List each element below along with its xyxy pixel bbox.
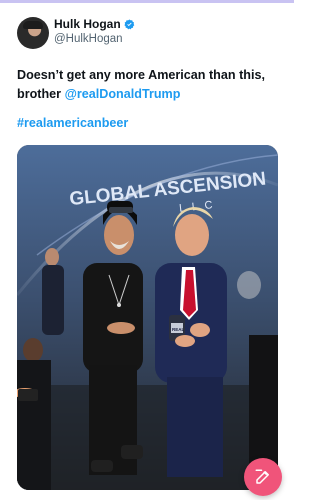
compose-pencil-icon: [255, 469, 269, 484]
author-name[interactable]: Hulk Hogan: [54, 17, 121, 32]
author-handle[interactable]: @HulkHogan: [54, 32, 123, 47]
author-name-row[interactable]: Hulk Hogan: [54, 17, 135, 32]
beer-can-label: REAL: [172, 327, 185, 332]
mention-link[interactable]: @realDonaldTrump: [65, 87, 181, 101]
verified-badge-icon: [124, 19, 134, 30]
hashtag-link[interactable]: #realamericanbeer: [17, 114, 128, 133]
photo-illustration: GLOBAL ASCENSION L L C REAL: [17, 145, 278, 490]
top-accent-strip: [0, 0, 294, 3]
tweet-photo[interactable]: GLOBAL ASCENSION L L C REAL: [17, 145, 278, 490]
author-avatar[interactable]: [17, 17, 49, 49]
tweet-text: Doesn’t get any more American than this,…: [17, 66, 279, 104]
avatar-hair-shape: [23, 21, 43, 29]
compose-button[interactable]: [244, 458, 282, 496]
